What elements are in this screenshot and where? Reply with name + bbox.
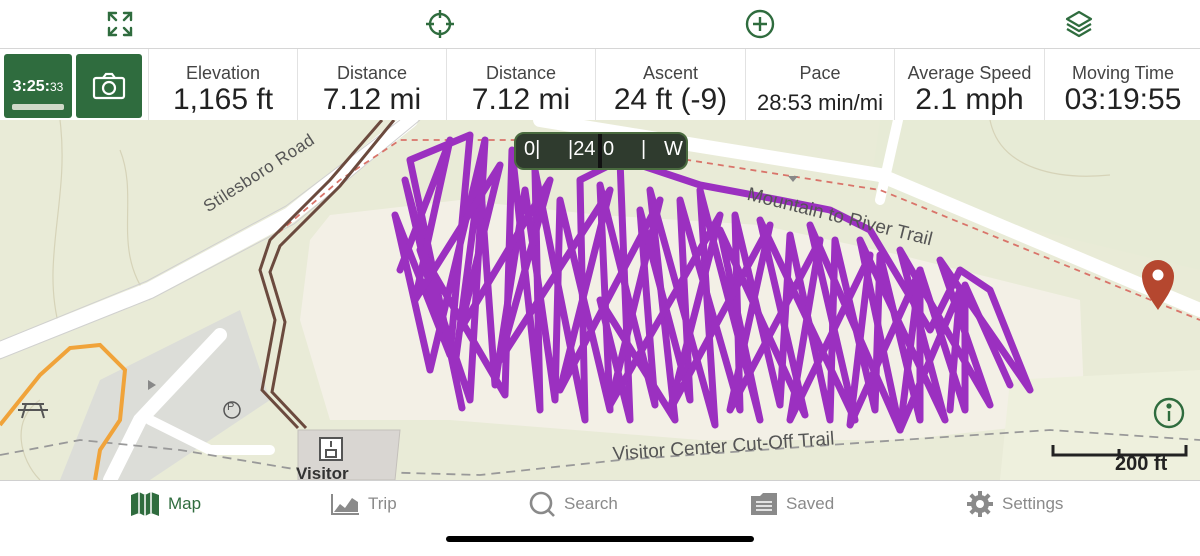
stat-moving-time[interactable]: Moving Time 03:19:55 — [1044, 49, 1200, 121]
stat-value: 28:53 min/mi — [757, 90, 883, 115]
tab-label: Map — [168, 494, 202, 513]
crosshair-icon[interactable] — [423, 7, 457, 41]
tab-settings[interactable]: Settings — [966, 491, 1063, 517]
stat-ascent[interactable]: Ascent 24 ft (-9) — [595, 49, 745, 121]
stat-label: Distance — [485, 63, 557, 83]
top-toolbar — [0, 0, 1200, 48]
building-label: Visitor — [296, 464, 349, 480]
tab-saved[interactable]: Saved — [750, 491, 834, 517]
stat-label: Elevation — [185, 63, 261, 83]
stat-label: Distance — [336, 63, 408, 83]
stat-pace[interactable]: Pace 28:53 min/mi — [745, 49, 894, 121]
map-canvas — [0, 120, 1200, 480]
tab-trip[interactable]: Trip — [330, 491, 397, 517]
search-icon — [529, 491, 555, 517]
tab-label: Saved — [786, 494, 835, 513]
chart-icon — [331, 494, 359, 515]
folder-icon — [751, 493, 777, 515]
stat-distance[interactable]: Distance 7.12 mi — [297, 49, 446, 121]
recording-timer-button[interactable]: 3:25:33 — [4, 54, 72, 118]
stat-value: 2.1 mph — [915, 83, 1024, 116]
stat-label: Moving Time — [1071, 63, 1175, 83]
camera-icon — [92, 72, 126, 100]
info-button[interactable] — [1152, 396, 1186, 430]
tab-bar: Map Trip Search Saved Settings — [0, 480, 1200, 556]
stat-value: 7.12 mi — [322, 83, 422, 116]
timer-text: 3:25:33 — [12, 78, 64, 95]
stat-value: 1,165 ft — [172, 83, 274, 116]
camera-button[interactable] — [76, 54, 142, 118]
map-view[interactable]: Stilesboro Road Mountain to River Trail … — [0, 120, 1200, 480]
layers-icon[interactable] — [1062, 7, 1096, 41]
stat-value: 03:19:55 — [1064, 83, 1182, 116]
tab-label: Trip — [368, 494, 397, 513]
stat-value: 24 ft (-9) — [613, 83, 728, 116]
compass-tick: W — [664, 138, 683, 160]
home-indicator[interactable] — [446, 536, 754, 542]
stat-label: Pace — [799, 63, 841, 83]
compass-tick: |24 — [568, 138, 596, 160]
map-icon — [131, 492, 159, 516]
fullscreen-icon[interactable] — [103, 7, 137, 41]
stat-average-speed[interactable]: Average Speed 2.1 mph — [894, 49, 1044, 121]
stat-value: 7.12 mi — [471, 83, 571, 116]
timer-progress-bar — [12, 104, 64, 110]
scale-label: 200 ft — [1115, 453, 1168, 475]
stat-label: Ascent — [642, 63, 699, 83]
tab-map[interactable]: Map — [130, 491, 201, 517]
compass-tick: 0| — [524, 138, 541, 160]
info-icon — [1153, 397, 1185, 429]
stat-label: Average Speed — [907, 63, 1032, 83]
tab-label: Search — [564, 494, 618, 513]
gear-icon — [967, 491, 993, 517]
add-circle-icon[interactable] — [743, 7, 777, 41]
compass-tick: 0 — [603, 138, 615, 160]
stat-elevation[interactable]: Elevation 1,165 ft — [148, 49, 297, 121]
parking-label: P — [227, 401, 235, 413]
stat-distance-2[interactable]: Distance 7.12 mi — [446, 49, 595, 121]
compass-tick: | — [641, 138, 647, 160]
compass-strip: 0| |24 0 | W — [514, 132, 688, 170]
tab-search[interactable]: Search — [528, 491, 618, 517]
tab-label: Settings — [1002, 494, 1064, 513]
stats-bar: 3:25:33 Elevation 1,165 ft Distance 7.12… — [0, 48, 1200, 122]
compass-heading-marker — [598, 134, 602, 168]
